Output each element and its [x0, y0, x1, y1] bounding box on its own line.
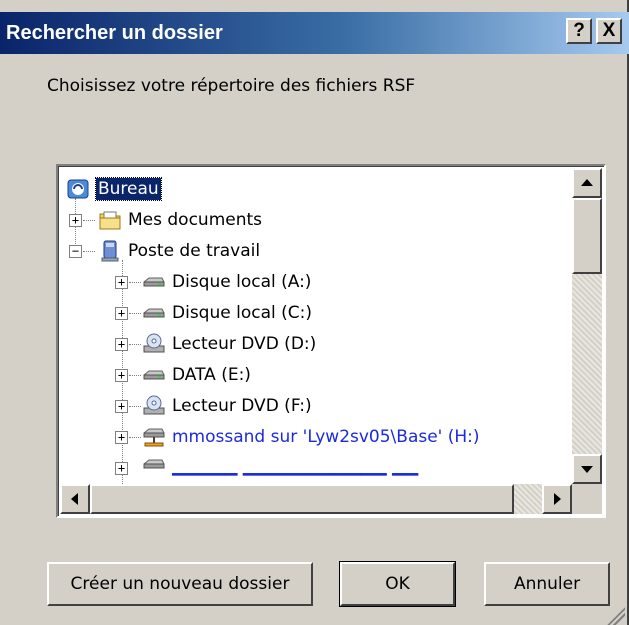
drive-icon [143, 308, 165, 318]
expand-icon[interactable]: + [115, 338, 128, 351]
close-button[interactable]: X [596, 18, 622, 44]
tree-item-label: mmossand sur 'Lyw2sv05\Base' (H:) [172, 427, 480, 447]
tree-item-label: Bureau [95, 177, 162, 201]
tree-item-poste-de-travail[interactable]: − Poste de travail [60, 236, 560, 267]
scrollbar-corner [572, 484, 602, 514]
expand-icon[interactable]: + [115, 276, 128, 289]
help-button[interactable]: ? [566, 18, 592, 44]
scroll-right-button[interactable] [542, 484, 572, 514]
ok-button[interactable]: OK [339, 561, 456, 607]
tree-connector [129, 437, 141, 438]
tree-item-label: DATA (E:) [172, 365, 251, 385]
vertical-scroll-thumb[interactable] [572, 198, 602, 274]
computer-icon [101, 240, 119, 262]
browse-folder-dialog: Rechercher un dossier ? X Choisissez vot… [0, 0, 629, 625]
tree-connector [129, 375, 141, 376]
folder-icon [99, 211, 121, 230]
tree-connector [83, 251, 95, 252]
tree-connector [129, 313, 141, 314]
tree-item-bureau[interactable]: Bureau [60, 174, 560, 205]
arrow-right-icon [554, 493, 561, 505]
new-folder-button[interactable]: Créer un nouveau dossier [47, 562, 313, 606]
tree-item-label: Lecteur DVD (D:) [172, 334, 317, 354]
arrow-up-icon [581, 179, 593, 186]
dvd-drive-icon [143, 395, 165, 415]
tree-item-label: Poste de travail [128, 241, 261, 261]
horizontal-scroll-thumb[interactable] [90, 484, 514, 514]
arrow-down-icon [581, 466, 593, 473]
tree-item-label: Disque local (C:) [172, 303, 312, 323]
expand-icon[interactable]: + [115, 400, 128, 413]
vertical-scrollbar[interactable] [572, 168, 602, 484]
window-title: Rechercher un dossier [6, 22, 223, 44]
folder-tree: Bureau + Mes documents − Poste de travai… [56, 164, 606, 518]
network-drive-icon [143, 459, 165, 469]
tree-item-data-e[interactable]: + DATA (E:) [60, 360, 560, 391]
tree-connector [129, 282, 141, 283]
tree-connector [83, 220, 95, 221]
tree-item-dvd-f[interactable]: + Lecteur DVD (F:) [60, 391, 560, 422]
expand-icon[interactable]: + [115, 431, 128, 444]
arrow-left-icon [71, 493, 78, 505]
dialog-prompt: Choisissez votre répertoire des fichiers… [47, 76, 416, 96]
tree-connector [129, 406, 141, 407]
expand-icon[interactable]: + [115, 462, 128, 475]
dvd-drive-icon [143, 333, 165, 353]
horizontal-scrollbar[interactable] [60, 484, 572, 514]
tree-item-mes-documents[interactable]: + Mes documents [60, 205, 560, 236]
tree-item-label: Mes documents [128, 210, 263, 230]
network-drive-icon [143, 428, 165, 447]
expand-icon[interactable]: + [115, 369, 128, 382]
tree-item-label: Disque local (A:) [172, 272, 312, 292]
tree-item-network-h[interactable]: + mmossand sur 'Lyw2sv05\Base' (H:) [60, 422, 560, 453]
scroll-up-button[interactable] [572, 168, 602, 198]
expand-icon[interactable]: + [115, 307, 128, 320]
tree-item-label: Lecteur DVD (F:) [172, 396, 312, 416]
tree-item-dvd-d[interactable]: + Lecteur DVD (D:) [60, 329, 560, 360]
tree-connector [129, 344, 141, 345]
drive-icon [143, 277, 165, 287]
cancel-button[interactable]: Annuler [484, 562, 610, 606]
tree-item-label-clipped: ▔▔▔▔▔ ▔▔▔▔▔▔▔▔▔▔▔ ▔▔ [172, 474, 419, 484]
scroll-down-button[interactable] [572, 454, 602, 484]
title-bar[interactable]: Rechercher un dossier ? X [0, 12, 629, 54]
drive-icon [143, 370, 165, 380]
resize-grip-icon[interactable] [607, 607, 625, 625]
desktop-icon [67, 179, 89, 199]
tree-item-clipped[interactable]: + ▔▔▔▔▔ ▔▔▔▔▔▔▔▔▔▔▔ ▔▔ [60, 453, 560, 484]
tree-item-disque-a[interactable]: + Disque local (A:) [60, 267, 560, 298]
scroll-left-button[interactable] [60, 484, 90, 514]
tree-item-disque-c[interactable]: + Disque local (C:) [60, 298, 560, 329]
folder-tree-viewport[interactable]: Bureau + Mes documents − Poste de travai… [60, 168, 572, 484]
collapse-icon[interactable]: − [69, 245, 82, 258]
expand-icon[interactable]: + [69, 214, 82, 227]
